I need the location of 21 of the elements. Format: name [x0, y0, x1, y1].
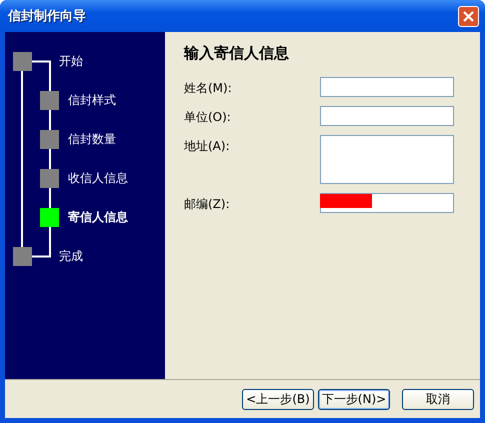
- text-area[interactable]: [320, 135, 454, 184]
- step-label: 完成: [59, 248, 83, 265]
- wizard-button[interactable]: 取消: [402, 388, 474, 410]
- wizard-button[interactable]: <上一步(B): [242, 388, 314, 410]
- page-title: 输入寄信人信息: [184, 44, 290, 63]
- field-label: 单位(O):: [184, 109, 231, 126]
- field-label: 姓名(M):: [184, 80, 232, 97]
- step-label: 开始: [59, 53, 83, 70]
- step-label: 收信人信息: [68, 170, 128, 187]
- wizard-button[interactable]: 下一步(N)>: [318, 388, 390, 410]
- step-label: 信封数量: [68, 131, 116, 148]
- field-label: 地址(A):: [184, 138, 230, 155]
- close-icon: [462, 10, 475, 22]
- step-label: 信封样式: [68, 92, 116, 109]
- close-button[interactable]: [458, 6, 479, 26]
- step-label: 寄信人信息: [68, 209, 128, 226]
- input-field[interactable]: [320, 106, 454, 126]
- window-title: 信封制作向导: [8, 8, 86, 25]
- input-field[interactable]: [320, 77, 454, 97]
- input-field[interactable]: [320, 193, 454, 213]
- field-label: 邮编(Z):: [184, 196, 230, 213]
